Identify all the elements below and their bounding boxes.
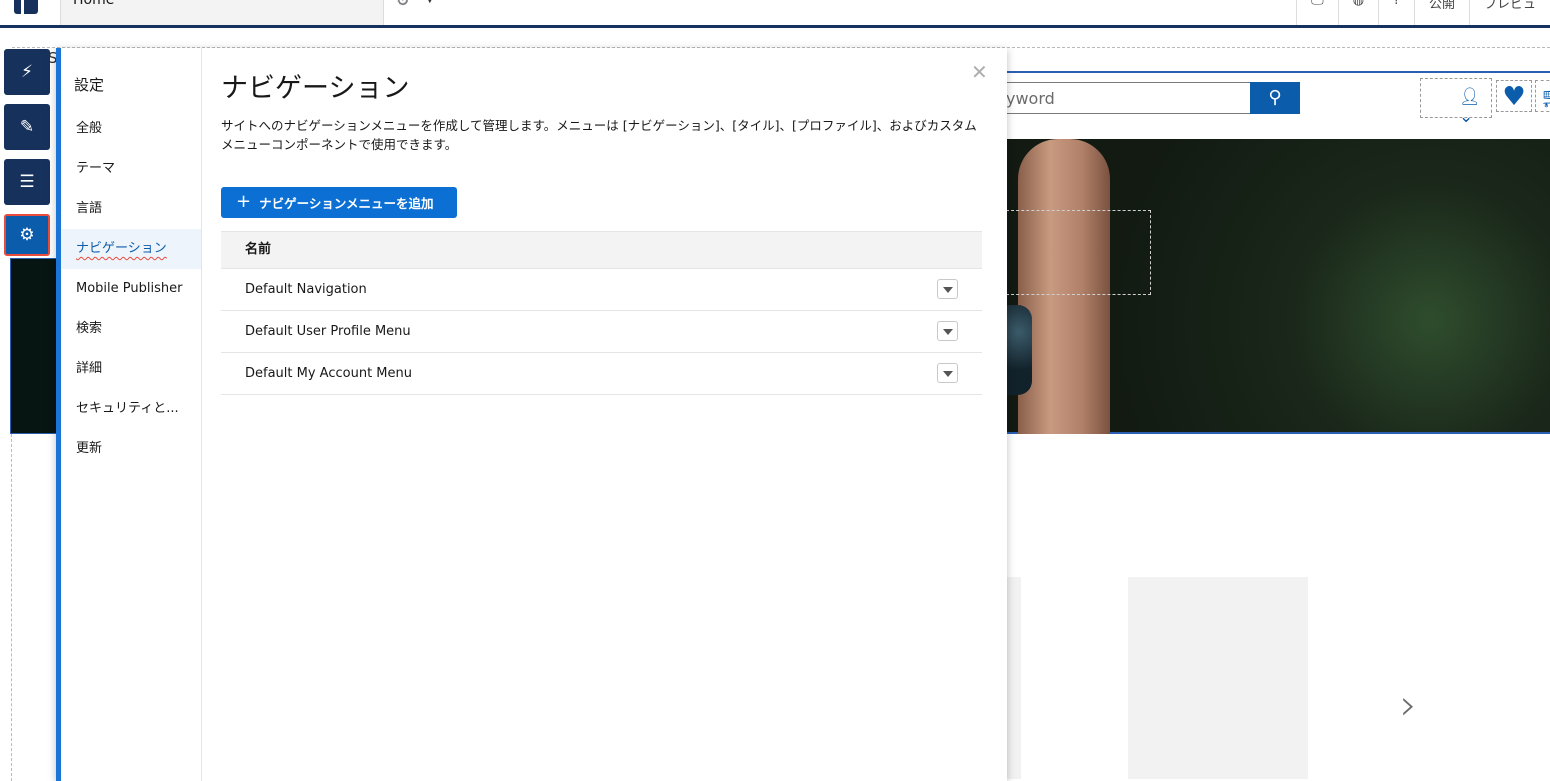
panel-toggle-icon[interactable] [14,0,38,14]
builder-toolbar: Home ⚙ ▼ ↻ 🖵 ◍ ? 公開 プレビュ [0,0,1550,28]
sidebar-item-language[interactable]: 言語 [61,189,201,229]
product-tile-placeholder[interactable] [1128,577,1308,779]
refresh-icon[interactable]: ↻ [396,0,409,10]
menu-name[interactable]: Default User Profile Menu [245,324,411,339]
sidebar-item-theme[interactable]: テーマ [61,149,201,189]
sidebar-item-navigation[interactable]: ナビゲーション [61,229,201,269]
menu-name[interactable]: Default Navigation [245,282,367,297]
settings-panel: 設定 全般 テーマ 言語 ナビゲーション Mobile Publisher 検索… [56,48,1007,781]
list-icon: ☰ [19,172,35,192]
language-button[interactable]: ◍ [1337,0,1378,25]
row-actions-dropdown-icon[interactable] [937,363,958,383]
hero-image-berries [1006,305,1032,395]
hero-text-region[interactable] [1006,210,1151,295]
page-description: サイトへのナビゲーションメニューを作成して管理します。メニューは [ナビゲーショ… [221,118,977,152]
navigation-menu-table: 名前 Default Navigation Default User Profi… [221,231,982,395]
column-header-name: 名前 [221,231,982,269]
sidebar-item-search[interactable]: 検索 [61,309,201,349]
page-selector[interactable]: Home ⚙ ▼ [60,0,434,25]
page-selector-label: Home [73,0,115,8]
add-navigation-menu-button[interactable]: + ナビゲーションメニューを追加 [221,187,457,218]
row-actions-dropdown-icon[interactable] [937,279,958,299]
publish-button[interactable]: 公開 [1413,0,1469,25]
cart-icon[interactable]: 🛒︎ [1535,80,1550,112]
settings-sidebar-title: 設定 [74,76,105,94]
help-button[interactable]: ? [1378,0,1414,25]
search-icon: ⚲ [1268,87,1282,108]
settings-sidebar: 設定 全般 テーマ 言語 ナビゲーション Mobile Publisher 検索… [61,48,202,781]
lightning-icon: ⚡ [21,62,33,82]
device-preview-button[interactable]: 🖵 [1296,0,1338,25]
gear-icon: ⚙ [19,225,35,245]
settings-rail-button[interactable]: ⚙ [4,214,50,256]
brush-icon: ✎ [19,117,35,137]
navigation-settings-content: ナビゲーション ✕ サイトへのナビゲーションメニューを作成して管理します。メニュ… [221,48,1007,781]
sidebar-item-advanced[interactable]: 詳細 [61,349,201,389]
sidebar-item-updates[interactable]: 更新 [61,429,201,469]
site-search-input[interactable]: yword [1005,82,1250,114]
hero-banner-left-edge [10,258,60,434]
theme-rail-button[interactable]: ✎ [4,104,50,150]
wishlist-heart-icon[interactable]: ♥ [1496,80,1532,112]
canvas-region-outline-left [11,434,12,781]
page-title: ナビゲーション [221,73,410,104]
page-structure-rail-button[interactable]: ☰ [4,159,50,205]
row-actions-dropdown-icon[interactable] [937,321,958,341]
preview-button[interactable]: プレビュ [1468,0,1550,25]
components-rail-button[interactable]: ⚡ [4,49,50,95]
monitor-icon: 🖵 [1311,0,1324,8]
product-tile-placeholder[interactable] [1006,577,1021,779]
site-header-border [990,71,1550,73]
sidebar-item-mobile-publisher[interactable]: Mobile Publisher [61,269,201,309]
add-navigation-menu-label: ナビゲーションメニューを追加 [259,196,434,211]
carousel-next-chevron-icon[interactable]: › [1400,680,1417,729]
menu-name[interactable]: Default My Account Menu [245,366,412,381]
site-user-menu[interactable]: 👤︎⌄ [1420,78,1492,127]
table-row[interactable]: Default User Profile Menu [221,311,982,353]
toolbar-right-group: 🖵 ◍ ? 公開 プレビュ [1296,0,1550,25]
sidebar-item-general[interactable]: 全般 [61,109,201,149]
sidebar-item-security[interactable]: セキュリティと... [61,389,201,429]
table-row[interactable]: Default My Account Menu [221,353,982,395]
site-search-button[interactable]: ⚲ [1250,82,1300,114]
user-icon: 👤︎⌄ [1459,87,1481,127]
close-icon[interactable]: ✕ [971,60,988,84]
table-row[interactable]: Default Navigation [221,269,982,311]
globe-icon: ◍ [1352,0,1365,8]
chevron-down-icon[interactable]: ▼ [426,0,434,5]
plus-icon: + [236,191,252,212]
